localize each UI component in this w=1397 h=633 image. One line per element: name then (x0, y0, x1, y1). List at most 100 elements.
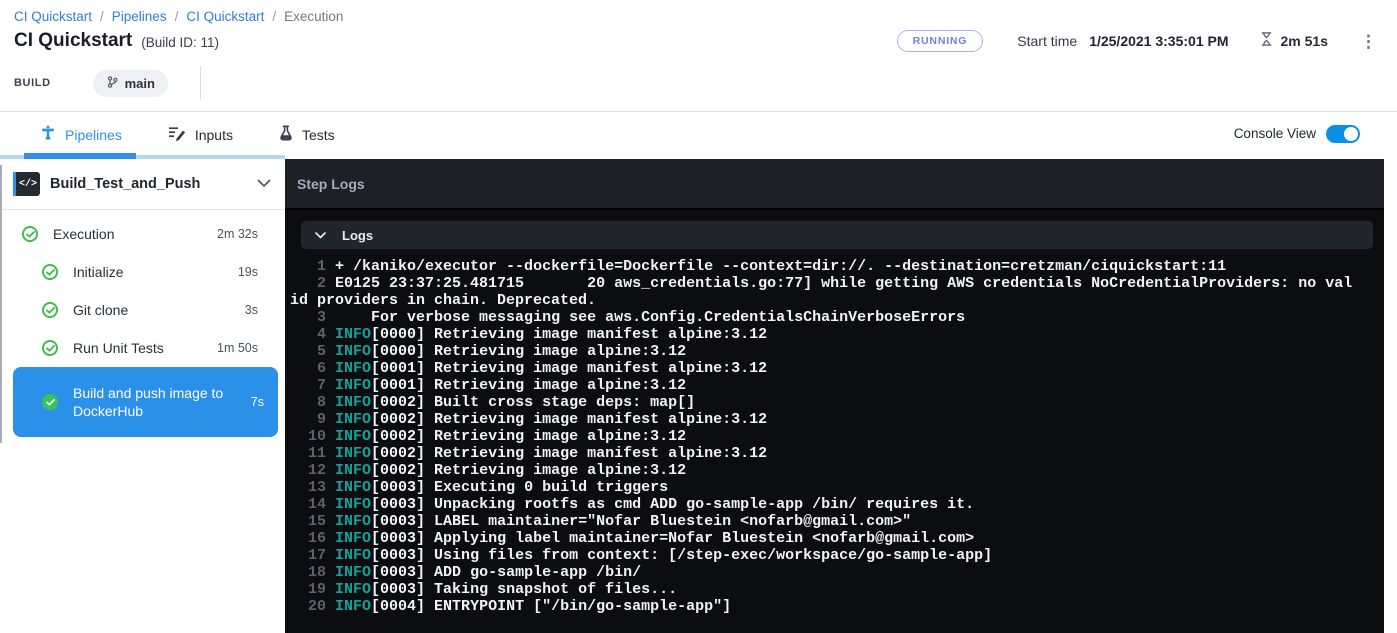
log-line: 6 INFO[0001] Retrieving image manifest a… (290, 360, 1358, 377)
tab-inputs[interactable]: Inputs (168, 126, 233, 146)
console-view-toggle[interactable] (1326, 125, 1360, 143)
log-line-number: 12 (290, 462, 335, 479)
right-gutter (1384, 159, 1397, 633)
hourglass-icon (1259, 31, 1274, 52)
log-line: 12 INFO[0002] Retrieving image alpine:3.… (290, 462, 1358, 479)
log-line: 10 INFO[0002] Retrieving image alpine:3.… (290, 428, 1358, 445)
log-level: INFO (335, 479, 371, 496)
log-line: 16 INFO[0003] Applying label maintainer=… (290, 530, 1358, 547)
git-branch-icon (106, 75, 119, 92)
tab-tests[interactable]: Tests (279, 125, 335, 146)
start-time-value: 1/25/2021 3:35:01 PM (1089, 33, 1228, 49)
log-line: 13 INFO[0003] Executing 0 build triggers (290, 479, 1358, 496)
log-line: 11 INFO[0002] Retrieving image manifest … (290, 445, 1358, 462)
tab-pipelines[interactable]: Pipelines (40, 125, 122, 146)
log-level: INFO (335, 411, 371, 428)
log-line-number: 2 (290, 275, 335, 292)
page-title: CI Quickstart (14, 30, 132, 52)
step-label: Git clone (73, 302, 128, 318)
log-level: INFO (335, 581, 371, 598)
log-level: INFO (335, 360, 371, 377)
stage-header[interactable]: </> Build_Test_and_Push (0, 159, 285, 209)
step-git-clone[interactable]: Git clone 3s (0, 291, 285, 329)
log-line: 17 INFO[0003] Using files from context: … (290, 547, 1358, 564)
success-check-icon (42, 302, 58, 318)
success-check-icon (22, 226, 38, 242)
log-lines: 1 + /kaniko/executor --dockerfile=Docker… (285, 258, 1358, 615)
tab-bar: Pipelines Inputs Tests Console View (0, 112, 1397, 159)
logs-section-toggle[interactable]: Logs (301, 221, 1373, 249)
step-label: Run Unit Tests (73, 340, 164, 356)
log-line-number: 6 (290, 360, 335, 377)
header: CI Quickstart / Pipelines / CI Quickstar… (0, 0, 1397, 112)
log-line: 8 INFO[0002] Built cross stage deps: map… (290, 394, 1358, 411)
log-line-number: 20 (290, 598, 335, 615)
elapsed-time: 2m 51s (1281, 33, 1328, 49)
log-level: INFO (335, 326, 371, 343)
step-run-unit-tests[interactable]: Run Unit Tests 1m 50s (0, 329, 285, 367)
log-line-number: 8 (290, 394, 335, 411)
step-duration: 19s (238, 265, 258, 279)
log-level: INFO (335, 530, 371, 547)
breadcrumb-separator: / (272, 9, 276, 24)
step-duration: 1m 50s (217, 341, 258, 355)
toggle-knob (1344, 127, 1358, 141)
tab-label: Tests (302, 127, 335, 143)
branch-name: main (125, 76, 155, 91)
breadcrumb-project[interactable]: CI Quickstart (14, 9, 92, 24)
build-section-label: BUILD (14, 77, 51, 89)
kebab-menu-icon[interactable]: ⋮ (1356, 31, 1381, 52)
log-level: INFO (335, 377, 371, 394)
build-id: (Build ID: 11) (141, 35, 219, 50)
log-line: 18 INFO[0003] ADD go-sample-app /bin/ (290, 564, 1358, 581)
step-initialize[interactable]: Initialize19s (0, 253, 285, 291)
breadcrumb-separator: / (100, 9, 104, 24)
log-line-number: 3 (290, 309, 335, 326)
pipeline-execution-page: CI Quickstart / Pipelines / CI Quickstar… (0, 0, 1397, 633)
step-duration: 3s (245, 303, 258, 317)
console-view-label: Console View (1234, 126, 1316, 141)
stage-name: Build_Test_and_Push (50, 176, 200, 192)
log-level: INFO (335, 513, 371, 530)
log-line-number: 18 (290, 564, 335, 581)
log-line-number: 4 (290, 326, 335, 343)
build-row: BUILD main (14, 66, 201, 100)
pipeline-icon (40, 125, 56, 144)
title-right: RUNNING Start time 1/25/2021 3:35:01 PM … (897, 30, 1381, 52)
step-list: Execution2m 32sInitialize19s Git clone 3s R… (0, 210, 285, 437)
log-line: 3 For verbose messaging see aws.Config.C… (290, 309, 1358, 326)
log-level: INFO (335, 445, 371, 462)
log-line: 2 E0125 23:37:25.481715 20 aws_credentia… (290, 275, 1358, 309)
log-line: 1 + /kaniko/executor --dockerfile=Docker… (290, 258, 1358, 275)
success-check-icon (42, 394, 58, 410)
log-line-number: 17 (290, 547, 335, 564)
logs-section-label: Logs (342, 228, 373, 243)
chevron-down-icon[interactable] (257, 175, 271, 193)
log-line-number: 7 (290, 377, 335, 394)
step-logs-title: Step Logs (297, 176, 365, 192)
log-level: INFO (335, 547, 371, 564)
step-logs-header: Step Logs (285, 159, 1384, 210)
log-level: INFO (335, 496, 371, 513)
flask-icon (279, 125, 293, 144)
step-build-and-push-image-to-dockerhub[interactable]: Build and push image to DockerHub7s (13, 367, 278, 437)
step-execution[interactable]: Execution2m 32s (0, 215, 285, 253)
chevron-down-icon (315, 226, 326, 244)
title-row: CI Quickstart (Build ID: 11) RUNNING Sta… (14, 30, 1381, 52)
tab-label: Inputs (195, 127, 233, 143)
step-label: Execution (53, 226, 114, 242)
log-level: INFO (335, 428, 371, 445)
branch-tag[interactable]: main (93, 70, 168, 97)
log-line-number: 19 (290, 581, 335, 598)
inputs-edit-icon (168, 126, 186, 144)
breadcrumb-pipelines[interactable]: Pipelines (112, 9, 167, 24)
code-stage-icon: </> (13, 172, 40, 196)
tab-label: Pipelines (65, 127, 122, 143)
log-level: INFO (335, 598, 371, 615)
log-line: 4 INFO[0000] Retrieving image manifest a… (290, 326, 1358, 343)
sidebar-scrollbar[interactable] (0, 165, 2, 443)
log-line-number: 1 (290, 258, 335, 275)
breadcrumb-pipeline[interactable]: CI Quickstart (186, 9, 264, 24)
log-line-number: 11 (290, 445, 335, 462)
log-line: 20 INFO[0004] ENTRYPOINT ["/bin/go-sampl… (290, 598, 1358, 615)
